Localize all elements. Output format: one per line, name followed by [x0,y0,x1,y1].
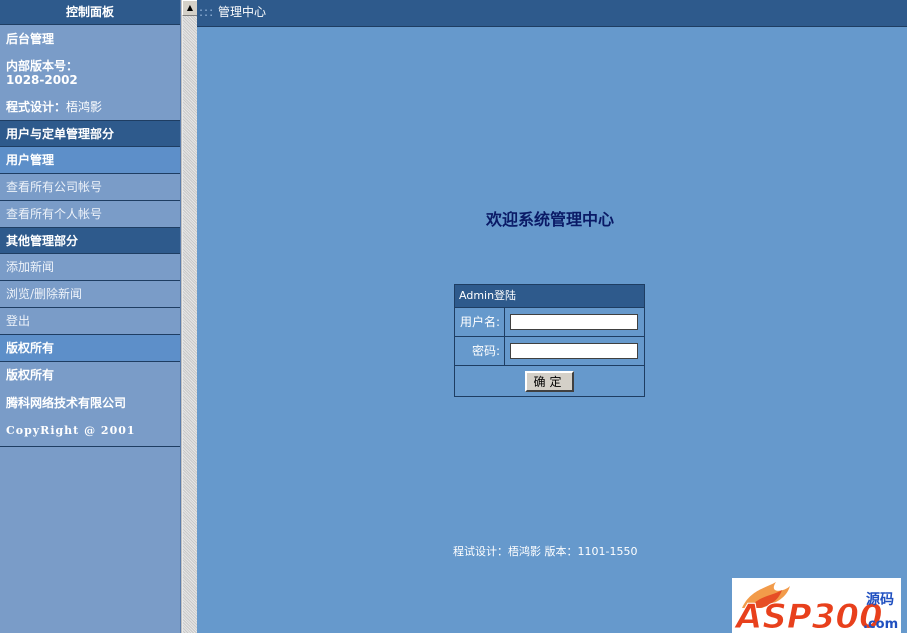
username-input[interactable] [510,314,638,330]
password-row: 密码: [455,337,644,366]
sidebar-link-personal-accounts[interactable]: 查看所有个人帐号 [0,201,180,228]
section-sub-user-management: 用户管理 [0,147,180,174]
section-sub-copyright: 版权所有 [0,335,180,362]
backend-label: 后台管理 [6,32,55,46]
logo-suffix: 源码 [866,591,894,608]
submit-row: 确定 [455,366,644,396]
login-title: Admin登陆 [455,285,644,308]
password-input[interactable] [510,343,638,359]
copyright-company: 腾科网络技术有限公司 [0,390,180,418]
designer-label: 程式设计： [6,100,67,114]
username-label: 用户名: [455,308,505,336]
sidebar-title: 控制面板 [0,0,180,25]
topbar-title: 管理中心 [217,5,266,19]
copyright-notice: CopyRight @ 2001 [0,418,180,446]
section-header-users-orders: 用户与定单管理部分 [0,121,180,147]
sidebar-link-browse-delete-news[interactable]: 浏览/删除新闻 [0,281,180,308]
backend-info: 后台管理 内部版本号： 1028-2002 程式设计：梧鸿影 [0,25,180,121]
designer-name: 梧鸿影 [66,100,103,114]
control-panel-sidebar: 控制面板 后台管理 内部版本号： 1028-2002 程式设计：梧鸿影 用户与定… [0,0,181,633]
section-header-other: 其他管理部分 [0,228,180,254]
top-bar: ::: 管理中心 [197,0,907,27]
copyright-info: 版权所有 腾科网络技术有限公司 CopyRight @ 2001 [0,362,180,447]
sidebar-link-company-accounts[interactable]: 查看所有公司帐号 [0,174,180,201]
sidebar-link-add-news[interactable]: 添加新闻 [0,254,180,281]
copyright-label: 版权所有 [0,362,180,390]
designer-line: 程式设计：梧鸿影 [0,100,180,114]
sidebar-link-logout[interactable]: 登出 [0,308,180,335]
logo-domain: .com [863,617,898,632]
asp300-logo: ASP300 源码 .com [732,578,901,633]
welcome-heading: 欢迎系统管理中心 [485,210,614,229]
version-label: 内部版本号： [6,59,79,73]
topbar-prefix: ::: [199,5,215,19]
confirm-button[interactable]: 确定 [525,370,574,392]
footer-credits: 程试设计：梧鸿影 版本：1101-1550 [453,545,638,558]
logo-wordmark: ASP300 [733,597,883,633]
username-row: 用户名: [455,308,644,337]
admin-login-form: Admin登陆 用户名: 密码: 确定 [454,284,645,397]
frame-scrollbar[interactable]: ▲ [181,0,198,633]
scroll-track[interactable] [183,16,197,633]
version-value: 1028-2002 [6,73,78,87]
asp300-logo-graphic: ASP300 源码 .com [733,582,898,633]
password-label: 密码: [455,337,505,365]
scroll-up-arrow-icon[interactable]: ▲ [182,0,198,16]
